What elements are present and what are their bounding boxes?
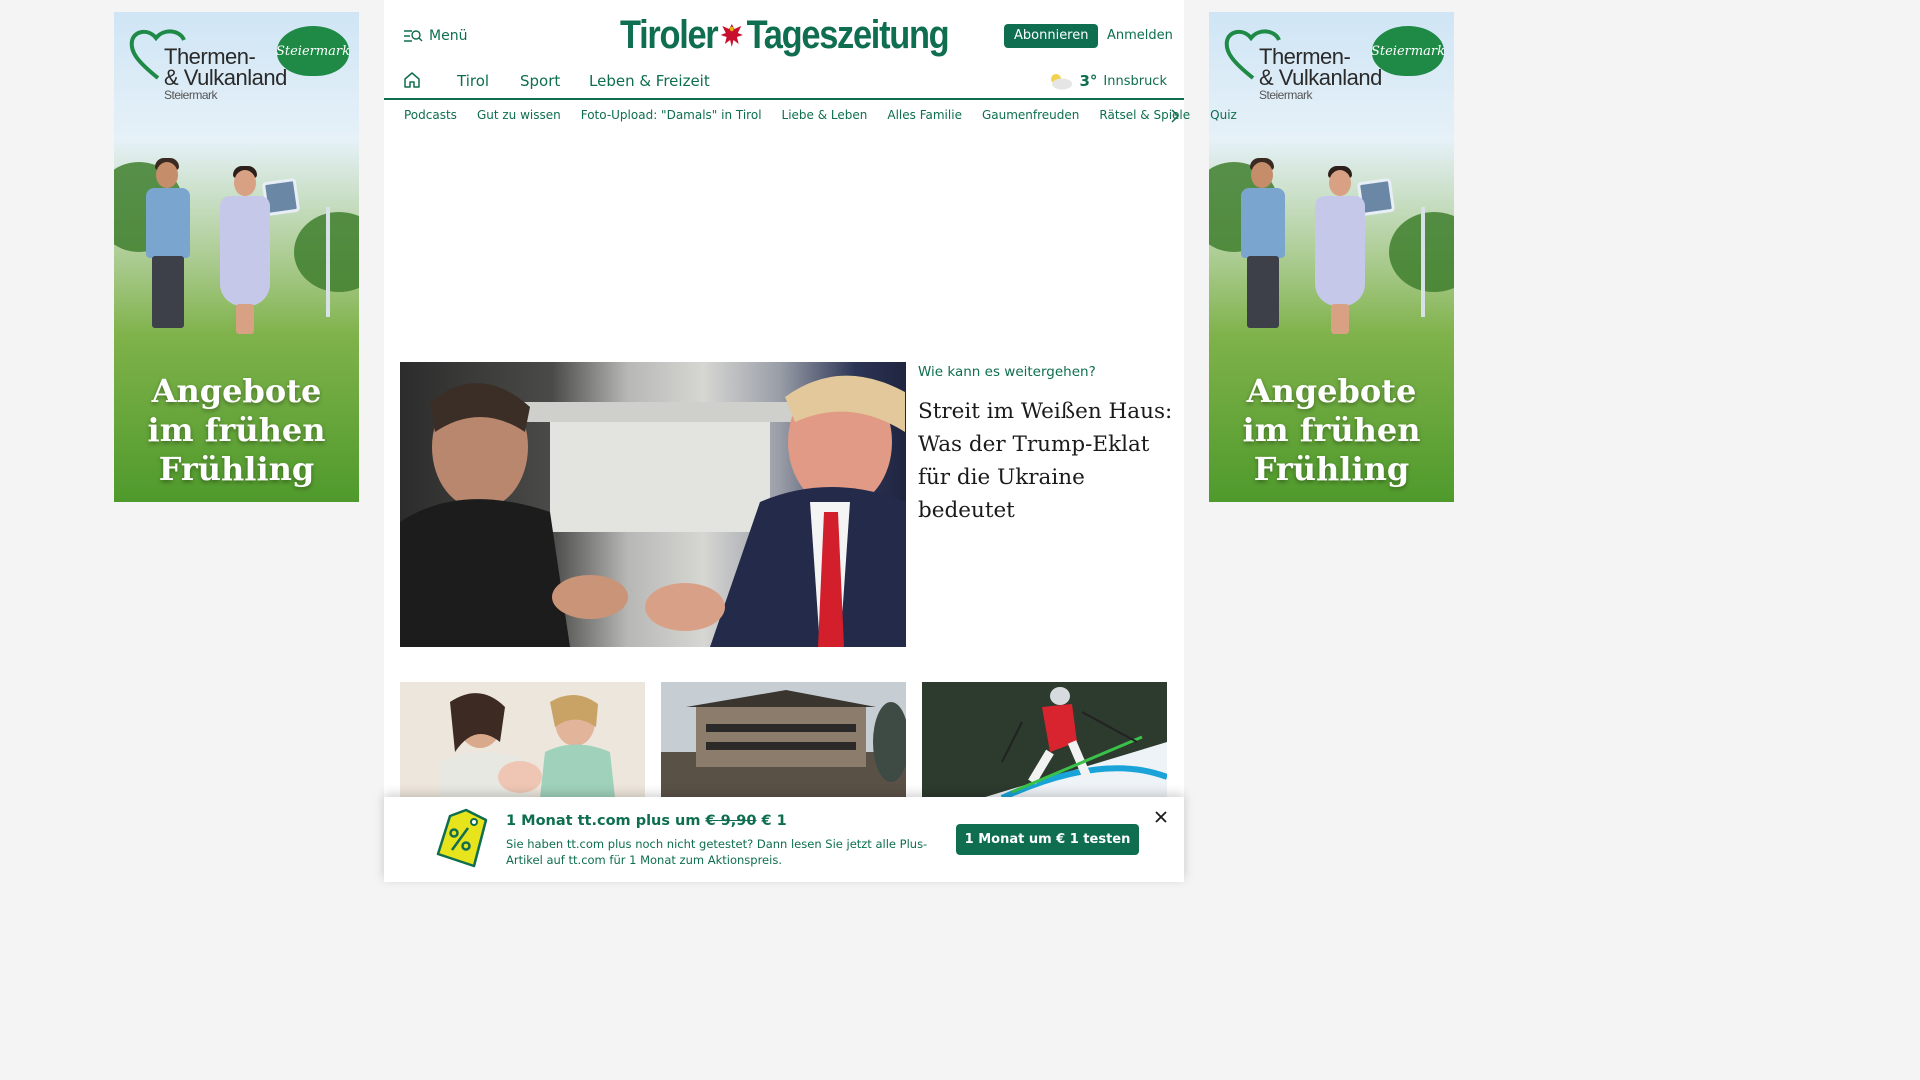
main-content: Menü Tiroler Tageszeitung Abonnieren Anm…: [384, 0, 1237, 882]
subnav-item-quiz[interactable]: Quiz: [1210, 108, 1237, 122]
subnav-item-foto-upload[interactable]: Foto-Upload: "Damals" in Tirol: [581, 108, 762, 122]
subscription-promo-banner: 1 Monat tt.com plus um € 9,90 € 1 Sie ha…: [384, 797, 1184, 882]
subnav-item-gaumenfreuden[interactable]: Gaumenfreuden: [982, 108, 1079, 122]
article-card-image[interactable]: [661, 682, 906, 798]
subnav-item-liebe-leben[interactable]: Liebe & Leben: [782, 108, 868, 122]
old-price: € 9,90: [705, 813, 757, 829]
new-price: € 1: [761, 813, 787, 829]
ad-badge: Steiermark: [276, 26, 350, 76]
ad-brand-name: Thermen- & Vulkanland Steiermark: [164, 44, 287, 103]
chevron-right-icon[interactable]: [1170, 109, 1180, 123]
home-icon[interactable]: [403, 71, 421, 89]
weather-city: Innsbruck: [1103, 73, 1167, 89]
article-card-image[interactable]: [922, 682, 1167, 798]
left-skyscraper-ad[interactable]: Thermen- & Vulkanland Steiermark Steierm…: [114, 12, 359, 502]
menu-button[interactable]: Menü: [403, 28, 467, 44]
ad-brand-name: Thermen- & Vulkanland Steiermark: [1259, 44, 1382, 103]
hero-kicker[interactable]: Wie kann es weitergehen?: [918, 364, 1096, 380]
subnav-item-alles-familie[interactable]: Alles Familie: [887, 108, 962, 122]
login-link[interactable]: Anmelden: [1107, 28, 1173, 43]
promo-title: 1 Monat tt.com plus um € 9,90 € 1: [506, 813, 787, 829]
nav-item-tirol[interactable]: Tirol: [457, 72, 489, 90]
menu-label: Menü: [429, 28, 468, 44]
main-nav: Tirol Sport Leben & Freizeit 3° Innsbruc…: [384, 62, 1184, 100]
subnav-item-gut-zu-wissen[interactable]: Gut zu wissen: [477, 108, 561, 122]
weather-widget[interactable]: 3° Innsbruck: [1047, 72, 1167, 90]
hero-article-image[interactable]: [400, 362, 906, 647]
discount-tag-icon: [436, 808, 488, 868]
nav-item-leben-freizeit[interactable]: Leben & Freizeit: [589, 72, 710, 90]
cloud-sun-icon: [1051, 74, 1073, 90]
site-logo[interactable]: Tiroler Tageszeitung: [620, 10, 950, 60]
sub-navigation: Podcasts Gut zu wissen Foto-Upload: "Dam…: [404, 108, 1257, 122]
hero-headline[interactable]: Streit im Weißen Haus: Was der Trump-Ekl…: [918, 395, 1176, 527]
promo-trial-button[interactable]: 1 Monat um € 1 testen: [956, 824, 1139, 855]
ad-slogan: Angebote im frühen Frühling: [147, 372, 326, 488]
article-card-image[interactable]: [400, 682, 645, 798]
ad-badge: Steiermark: [1371, 26, 1445, 76]
ad-slogan: Angebote im frühen Frühling: [1242, 372, 1421, 488]
menu-search-icon: [404, 30, 423, 42]
nav-item-sport[interactable]: Sport: [520, 72, 560, 90]
right-skyscraper-ad[interactable]: Thermen- & Vulkanland Steiermark Steierm…: [1209, 12, 1454, 502]
close-icon[interactable]: [1155, 811, 1167, 823]
weather-temperature: 3°: [1079, 72, 1098, 90]
promo-description: Sie haben tt.com plus noch nicht geteste…: [506, 837, 928, 867]
tyrolean-eagle-icon: [720, 24, 744, 47]
subnav-item-podcasts[interactable]: Podcasts: [404, 108, 457, 122]
subscribe-button[interactable]: Abonnieren: [1004, 24, 1099, 48]
